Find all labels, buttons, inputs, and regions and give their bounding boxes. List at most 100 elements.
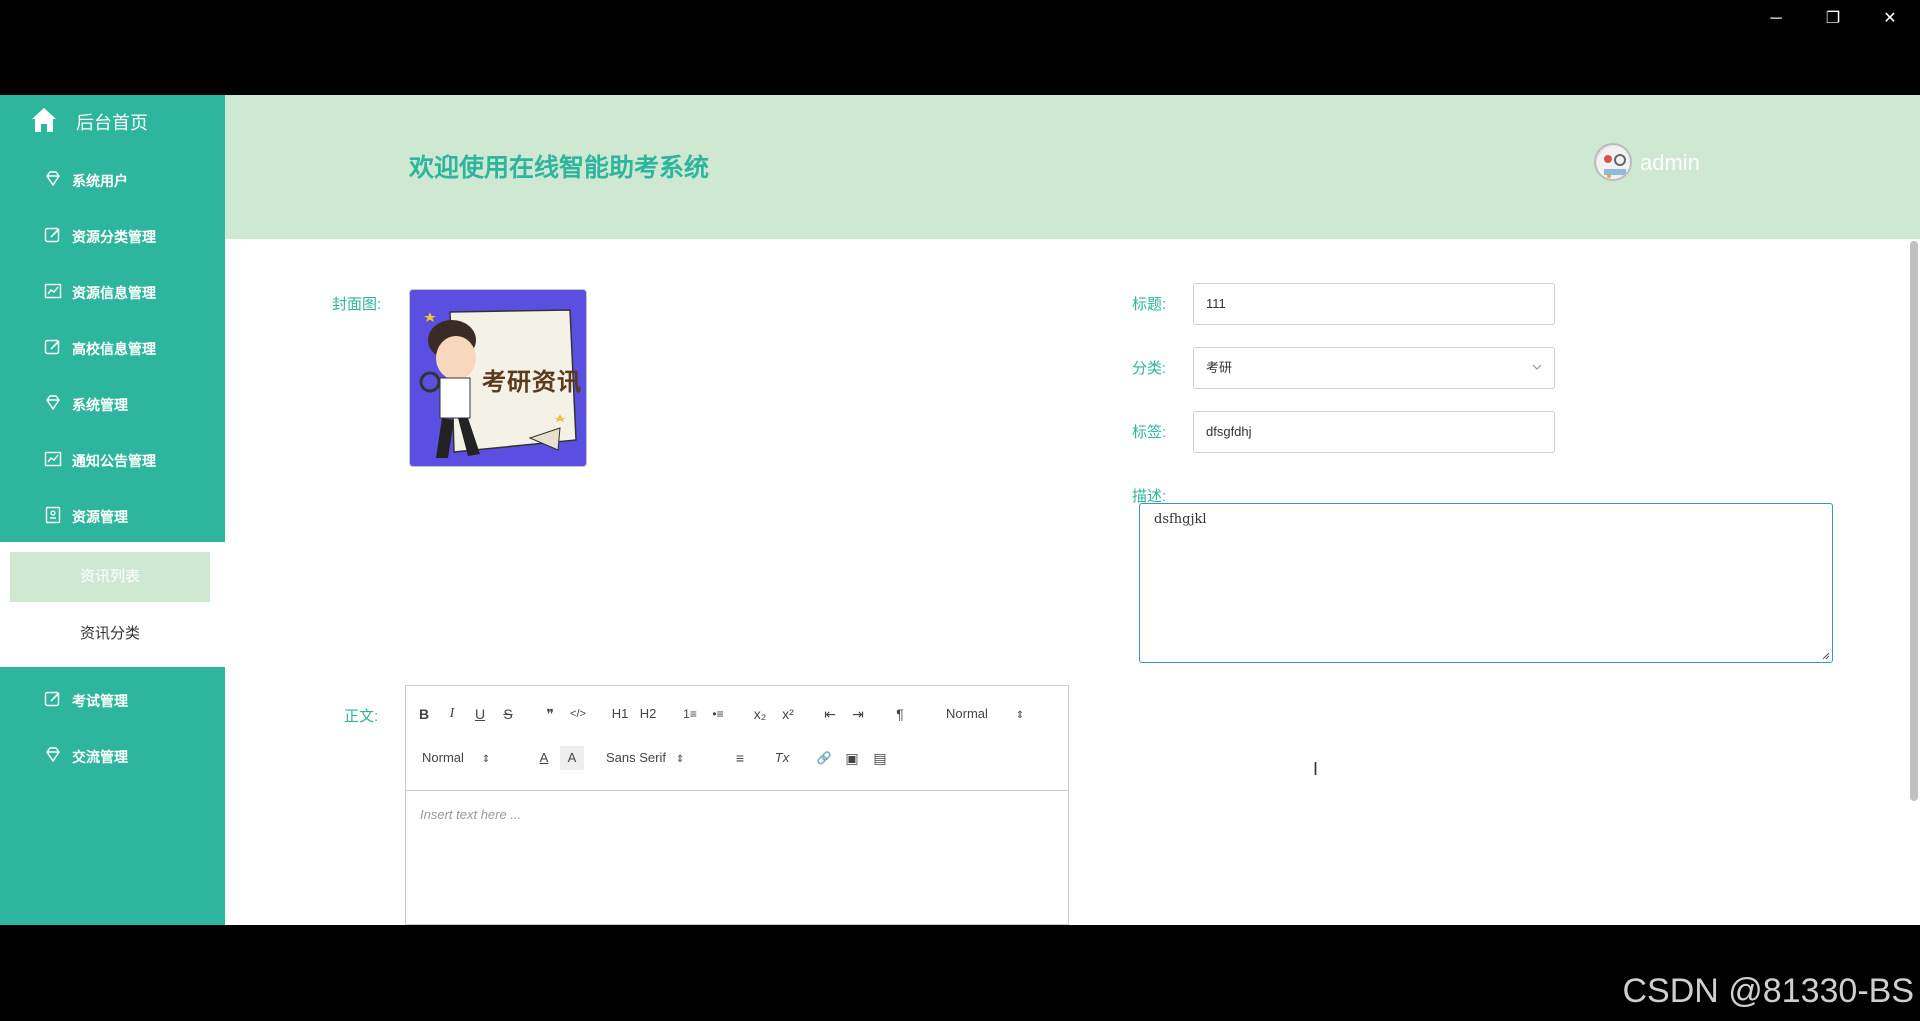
gem-icon bbox=[46, 171, 60, 187]
resize-handle-icon[interactable] bbox=[1820, 650, 1830, 660]
document-icon bbox=[45, 506, 61, 524]
sidebar-item-label: 资源分类管理 bbox=[72, 229, 156, 245]
close-icon[interactable]: ✕ bbox=[1868, 6, 1912, 32]
background-color-button[interactable]: A bbox=[560, 746, 584, 770]
subscript-button[interactable]: x₂ bbox=[748, 702, 772, 726]
blockquote-button[interactable]: ❞ bbox=[538, 702, 562, 726]
app-window: 后台首页 系统用户 资源分类管理 资源信息管理 高校信息管理 系统管理 通知公告… bbox=[0, 95, 1920, 925]
text-direction-button[interactable]: ¶ bbox=[888, 702, 912, 726]
restore-icon[interactable]: ❐ bbox=[1811, 6, 1855, 32]
header-select-value: Normal bbox=[946, 706, 988, 721]
underline-button[interactable]: U bbox=[468, 702, 492, 726]
cover-label: 封面图: bbox=[332, 296, 382, 313]
body-label: 正文: bbox=[344, 708, 379, 725]
sidebar-home[interactable]: 后台首页 bbox=[0, 95, 225, 145]
home-icon bbox=[32, 108, 56, 132]
title-input-value: 111 bbox=[1206, 296, 1226, 311]
sidebar-item-system-users[interactable]: 系统用户 bbox=[0, 151, 225, 207]
gem-icon bbox=[46, 395, 60, 411]
username[interactable]: admin bbox=[1640, 150, 1700, 176]
edit-icon bbox=[44, 227, 60, 243]
chart-icon bbox=[44, 451, 62, 467]
h2-button[interactable]: H2 bbox=[636, 702, 660, 726]
footer-bar: CSDN @81330-BS bbox=[0, 925, 1920, 1021]
top-header: 欢迎使用在线智能助考系统 admin bbox=[225, 95, 1920, 239]
sidebar-item-label: 高校信息管理 bbox=[72, 341, 156, 357]
editor-toolbar: B I U S ❞ </> H1 H2 1≡ •≡ x₂ x² ⇤ ⇥ ¶ No… bbox=[406, 686, 1068, 791]
italic-button[interactable]: I bbox=[440, 702, 464, 726]
editor-placeholder: Insert text here ... bbox=[420, 807, 522, 822]
chevron-down-icon bbox=[1532, 364, 1542, 370]
sidebar-item-resource-category[interactable]: 资源分类管理 bbox=[0, 207, 225, 263]
align-button[interactable]: ≡ bbox=[728, 746, 752, 770]
bullet-list-button[interactable]: •≡ bbox=[706, 702, 730, 726]
image-button[interactable]: ▣ bbox=[840, 746, 864, 770]
sidebar-item-communication[interactable]: 交流管理 bbox=[0, 727, 225, 783]
title-label: 标题: bbox=[1132, 296, 1167, 313]
edit-icon bbox=[44, 691, 60, 707]
form-area: 封面图: 考研资讯 标题: 111 分类: 考研 标签: dfsgfdhj 描述… bbox=[225, 239, 1920, 925]
category-label: 分类: bbox=[1132, 360, 1167, 377]
sidebar-item-resource-info[interactable]: 资源信息管理 bbox=[0, 263, 225, 319]
gem-icon bbox=[46, 747, 60, 763]
select-arrows-icon: ⇕ bbox=[1015, 710, 1025, 721]
sidebar-submenu: 资讯列表 资讯分类 bbox=[0, 542, 225, 667]
edit-icon bbox=[44, 339, 60, 355]
size-select[interactable]: Normal ⇕ bbox=[422, 746, 490, 770]
cover-text: 考研资讯 bbox=[482, 369, 582, 396]
sidebar-item-label: 通知公告管理 bbox=[72, 453, 156, 469]
sidebar-item-resource-management[interactable]: 资源管理 bbox=[0, 487, 225, 543]
sidebar-item-notice[interactable]: 通知公告管理 bbox=[0, 431, 225, 487]
description-value: dsfhgjkl bbox=[1154, 512, 1207, 527]
chart-icon bbox=[44, 283, 62, 299]
rich-text-editor[interactable]: B I U S ❞ </> H1 H2 1≡ •≡ x₂ x² ⇤ ⇥ ¶ No… bbox=[405, 685, 1069, 925]
sidebar-item-label: 资源信息管理 bbox=[72, 285, 156, 301]
cover-image[interactable]: 考研资讯 bbox=[409, 289, 587, 467]
code-button[interactable]: </> bbox=[566, 702, 590, 726]
minimize-icon[interactable]: ─ bbox=[1754, 6, 1798, 32]
sidebar-item-label: 交流管理 bbox=[72, 749, 128, 765]
sidebar-item-exam[interactable]: 考试管理 bbox=[0, 671, 225, 727]
sidebar-item-label: 资源管理 bbox=[72, 509, 128, 525]
sidebar-item-university-info[interactable]: 高校信息管理 bbox=[0, 319, 225, 375]
submenu-item-news-category[interactable]: 资讯分类 bbox=[10, 609, 210, 659]
avatar[interactable] bbox=[1594, 143, 1632, 181]
category-select-value: 考研 bbox=[1206, 360, 1233, 375]
sidebar-home-label: 后台首页 bbox=[76, 113, 148, 133]
description-textarea[interactable]: dsfhgjkl bbox=[1139, 503, 1833, 663]
submenu-item-news-list[interactable]: 资讯列表 bbox=[10, 552, 210, 602]
category-select[interactable]: 考研 bbox=[1193, 347, 1555, 389]
tags-input[interactable]: dfsgfdhj bbox=[1193, 411, 1555, 453]
font-select-value: Sans Serif bbox=[606, 750, 666, 765]
vertical-scrollbar[interactable] bbox=[1910, 241, 1918, 801]
outdent-button[interactable]: ⇤ bbox=[818, 702, 842, 726]
ordered-list-button[interactable]: 1≡ bbox=[678, 702, 702, 726]
header-select[interactable]: Normal ⇕ bbox=[946, 702, 1024, 726]
page-title: 欢迎使用在线智能助考系统 bbox=[409, 154, 710, 182]
clean-format-button[interactable]: Tx bbox=[770, 746, 794, 770]
indent-button[interactable]: ⇥ bbox=[846, 702, 870, 726]
video-button[interactable]: ▤ bbox=[868, 746, 892, 770]
sidebar-item-label: 考试管理 bbox=[72, 693, 128, 709]
sidebar-item-label: 系统用户 bbox=[72, 173, 128, 189]
link-button[interactable]: 🔗 bbox=[812, 746, 836, 770]
window-titlebar: ─ ❐ ✕ bbox=[0, 0, 1920, 95]
sidebar-item-system-management[interactable]: 系统管理 bbox=[0, 375, 225, 431]
sidebar-item-label: 系统管理 bbox=[72, 397, 128, 413]
superscript-button[interactable]: x² bbox=[776, 702, 800, 726]
select-arrows-icon: ⇕ bbox=[481, 754, 491, 765]
font-select[interactable]: Sans Serif ⇕ bbox=[606, 746, 684, 770]
tags-label: 标签: bbox=[1132, 424, 1167, 441]
tags-input-value: dfsgfdhj bbox=[1206, 424, 1252, 439]
title-input[interactable]: 111 bbox=[1193, 283, 1555, 325]
text-cursor-icon: I bbox=[1313, 759, 1319, 779]
size-select-value: Normal bbox=[422, 750, 464, 765]
select-arrows-icon: ⇕ bbox=[675, 754, 685, 765]
h1-button[interactable]: H1 bbox=[608, 702, 632, 726]
strike-button[interactable]: S bbox=[496, 702, 520, 726]
avatar-icon bbox=[1597, 146, 1630, 179]
sidebar: 后台首页 系统用户 资源分类管理 资源信息管理 高校信息管理 系统管理 通知公告… bbox=[0, 95, 225, 925]
bold-button[interactable]: B bbox=[412, 702, 436, 726]
watermark-text: CSDN @81330-BS bbox=[1622, 972, 1914, 1010]
text-color-button[interactable]: A bbox=[532, 746, 556, 770]
